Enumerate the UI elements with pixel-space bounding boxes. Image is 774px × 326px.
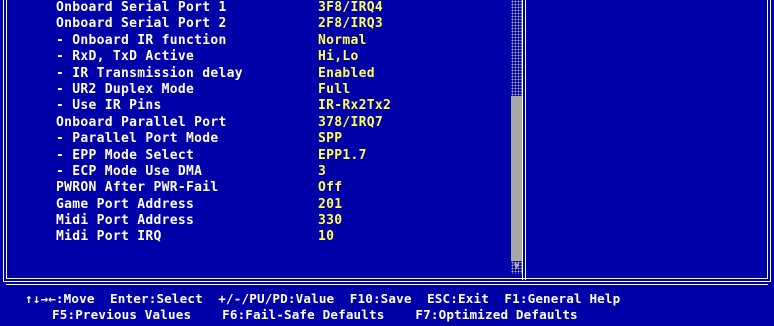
setting-value[interactable]: 201 (318, 197, 342, 213)
scrollbar-thumb[interactable] (511, 96, 522, 261)
setting-value[interactable]: Off (318, 180, 342, 196)
setting-value[interactable]: 330 (318, 213, 342, 229)
setting-row[interactable]: PWRON After PWR-Fail Off (24, 180, 504, 196)
footer-divider (3, 281, 771, 282)
setting-row[interactable]: Onboard Serial Port 1 3F8/IRQ4 (24, 0, 504, 16)
setting-label: Onboard Parallel Port (56, 114, 227, 130)
setting-row[interactable]: - ECP Mode Use DMA 3 (24, 164, 504, 180)
setting-row[interactable]: - Parallel Port Mode SPP (24, 131, 504, 147)
setting-value[interactable]: 378/IRQ7 (318, 115, 383, 131)
setting-label: - Use IR Pins (56, 98, 162, 114)
setting-row[interactable]: Midi Port IRQ 10 (24, 229, 504, 245)
setting-row[interactable]: Game Port Address 201 (24, 197, 504, 213)
panel-divider (522, 0, 523, 280)
setting-value[interactable]: EPP1.7 (318, 148, 367, 164)
setting-label: Midi Port IRQ (56, 229, 162, 245)
setting-label: Onboard Serial Port 1 (56, 0, 227, 15)
panel-divider (525, 0, 526, 280)
setting-label: - UR2 Duplex Mode (56, 81, 195, 97)
setting-label: Onboard Serial Port 2 (56, 16, 227, 32)
setting-row[interactable]: Onboard Serial Port 2 2F8/IRQ3 (24, 16, 504, 32)
setting-label: - EPP Mode Select (56, 147, 195, 163)
setting-label: - IR Transmission delay (56, 65, 243, 81)
setting-label: - Onboard IR function (56, 32, 227, 48)
setting-value[interactable]: Full (318, 82, 351, 98)
setting-row[interactable]: - EPP Mode Select EPP1.7 (24, 148, 504, 164)
setting-row[interactable]: Onboard Parallel Port 378/IRQ7 (24, 115, 504, 131)
setting-row[interactable]: - Use IR Pins IR-Rx2Tx2 (24, 98, 504, 114)
setting-row[interactable]: - Onboard IR function Normal (24, 33, 504, 49)
setting-label: - ECP Mode Use DMA (56, 163, 203, 179)
settings-list: Onboard Serial Port 1 3F8/IRQ4 Onboard Se… (24, 0, 504, 246)
setting-value[interactable]: 2F8/IRQ3 (318, 16, 383, 32)
setting-value[interactable]: Hi,Lo (318, 49, 359, 65)
setting-row[interactable]: - UR2 Duplex Mode Full (24, 82, 504, 98)
setting-row[interactable]: Midi Port Address 330 (24, 213, 504, 229)
setting-value[interactable]: SPP (318, 131, 342, 147)
setting-value[interactable]: Enabled (318, 66, 375, 82)
scroll-down-arrow-icon[interactable]: ▼ (511, 260, 522, 274)
setting-value[interactable]: IR-Rx2Tx2 (318, 98, 391, 114)
setting-label: PWRON After PWR-Fail (56, 180, 219, 196)
setting-label: - Parallel Port Mode (56, 131, 219, 147)
setting-label: Midi Port Address (56, 213, 195, 229)
footer-divider (6, 284, 768, 285)
key-help-line-1: ↑↓→←:Move Enter:Select +/-/PU/PD:Value F… (25, 291, 621, 306)
setting-label: Game Port Address (56, 196, 195, 212)
setting-row[interactable]: - IR Transmission delay Enabled (24, 66, 504, 82)
setting-label: - RxD, TxD Active (56, 49, 195, 65)
setting-value[interactable]: 10 (318, 229, 334, 245)
setting-row[interactable]: - RxD, TxD Active Hi,Lo (24, 49, 504, 65)
setting-value[interactable]: 3 (318, 164, 326, 180)
setting-value[interactable]: 3F8/IRQ4 (318, 0, 383, 16)
key-help-line-2: F5:Previous Values F6:Fail-Safe Defaults… (52, 307, 578, 322)
setting-value[interactable]: Normal (318, 33, 367, 49)
